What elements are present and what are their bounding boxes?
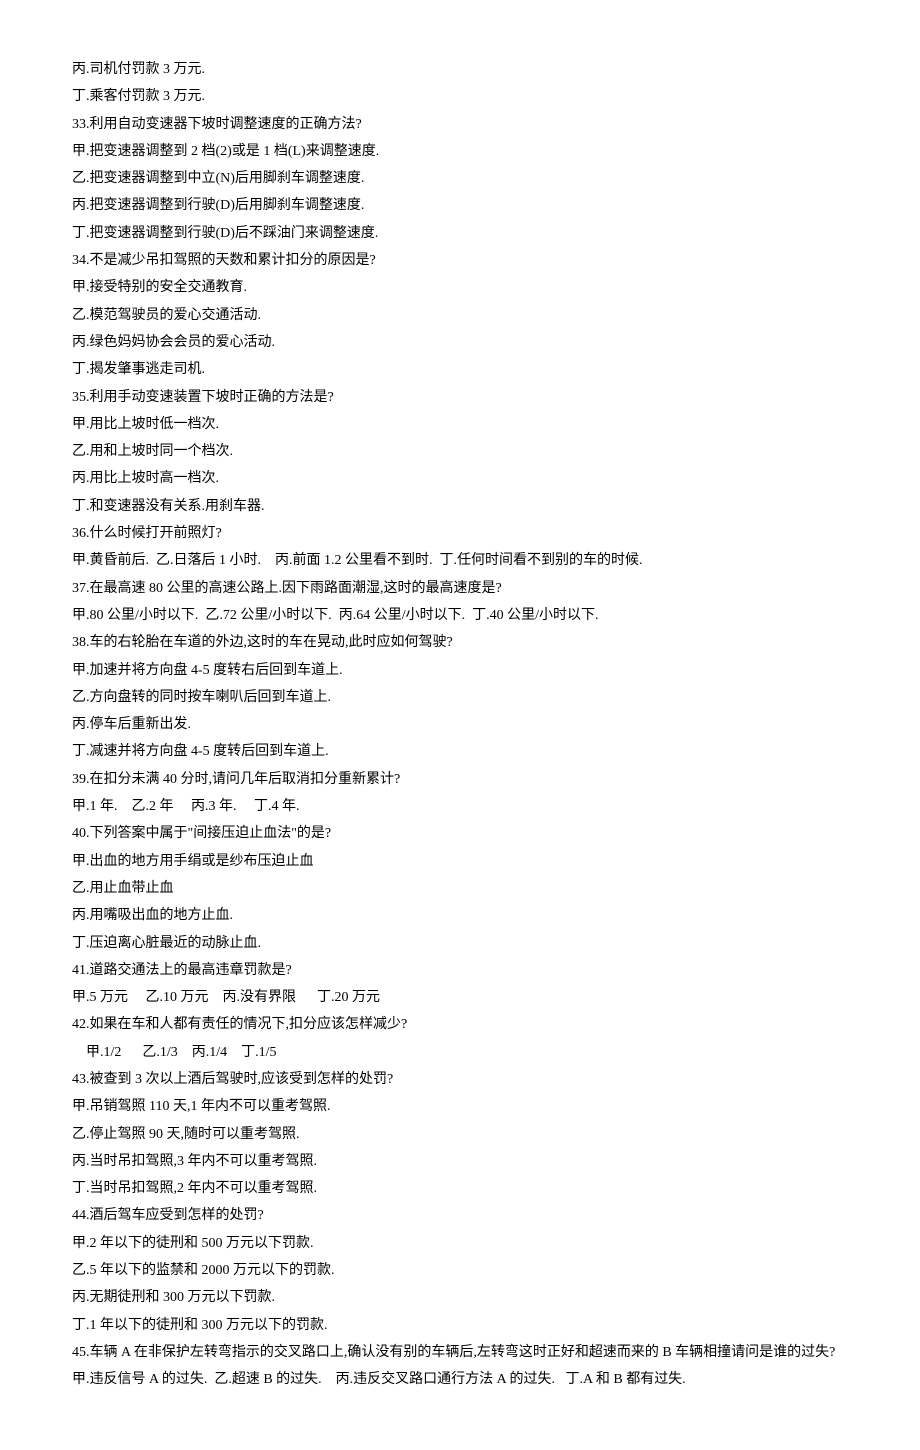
text-line: 丙.绿色妈妈协会会员的爱心活动.: [72, 329, 848, 356]
text-line: 丁.乘客付罚款 3 万元.: [72, 83, 848, 110]
text-line: 甲.80 公里/小时以下. 乙.72 公里/小时以下. 丙.64 公里/小时以下…: [72, 602, 848, 629]
text-line: 乙.把变速器调整到中立(N)后用脚刹车调整速度.: [72, 165, 848, 192]
text-line: 乙.用止血带止血: [72, 875, 848, 902]
text-line: 甲.1 年. 乙.2 年 丙.3 年. 丁.4 年.: [72, 793, 848, 820]
text-line: 乙.方向盘转的同时按车喇叭后回到车道上.: [72, 684, 848, 711]
text-line: 丙.无期徒刑和 300 万元以下罚款.: [72, 1284, 848, 1311]
text-line: 丙.当时吊扣驾照,3 年内不可以重考驾照.: [72, 1148, 848, 1175]
text-line: 甲.接受特别的安全交通教育.: [72, 274, 848, 301]
text-line: 42.如果在车和人都有责任的情况下,扣分应该怎样减少?: [72, 1011, 848, 1038]
text-line: 41.道路交通法上的最高违章罚款是?: [72, 957, 848, 984]
document-page: 丙.司机付罚款 3 万元.丁.乘客付罚款 3 万元.33.利用自动变速器下坡时调…: [0, 0, 920, 1450]
text-line: 34.不是减少吊扣驾照的天数和累计扣分的原因是?: [72, 247, 848, 274]
text-line: 40.下列答案中属于"间接压迫止血法"的是?: [72, 820, 848, 847]
text-line: 甲.1/2 乙.1/3 丙.1/4 丁.1/5: [72, 1039, 848, 1066]
text-line: 甲.加速并将方向盘 4-5 度转右后回到车道上.: [72, 657, 848, 684]
text-line: 38.车的右轮胎在车道的外边,这时的车在晃动,此时应如何驾驶?: [72, 629, 848, 656]
text-line: 丙.用比上坡时高一档次.: [72, 465, 848, 492]
text-line: 丙.把变速器调整到行驶(D)后用脚刹车调整速度.: [72, 192, 848, 219]
text-line: 甲.5 万元 乙.10 万元 丙.没有界限 丁.20 万元: [72, 984, 848, 1011]
text-line: 乙.用和上坡时同一个档次.: [72, 438, 848, 465]
text-line: 43.被查到 3 次以上酒后驾驶时,应该受到怎样的处罚?: [72, 1066, 848, 1093]
text-line: 甲.2 年以下的徒刑和 500 万元以下罚款.: [72, 1230, 848, 1257]
text-line: 丁.当时吊扣驾照,2 年内不可以重考驾照.: [72, 1175, 848, 1202]
document-content: 丙.司机付罚款 3 万元.丁.乘客付罚款 3 万元.33.利用自动变速器下坡时调…: [72, 56, 848, 1394]
text-line: 乙.停止驾照 90 天,随时可以重考驾照.: [72, 1121, 848, 1148]
text-line: 甲.吊销驾照 110 天,1 年内不可以重考驾照.: [72, 1093, 848, 1120]
text-line: 39.在扣分未满 40 分时,请问几年后取消扣分重新累计?: [72, 766, 848, 793]
text-line: 甲.出血的地方用手绢或是纱布压迫止血: [72, 848, 848, 875]
text-line: 丙.用嘴吸出血的地方止血.: [72, 902, 848, 929]
text-line: 乙.模范驾驶员的爱心交通活动.: [72, 302, 848, 329]
text-line: 丁.和变速器没有关系.用刹车器.: [72, 493, 848, 520]
text-line: 乙.5 年以下的监禁和 2000 万元以下的罚款.: [72, 1257, 848, 1284]
text-line: 37.在最高速 80 公里的高速公路上.因下雨路面潮湿,这时的最高速度是?: [72, 575, 848, 602]
text-line: 甲.把变速器调整到 2 档(2)或是 1 档(L)来调整速度.: [72, 138, 848, 165]
text-line: 35.利用手动变速装置下坡时正确的方法是?: [72, 384, 848, 411]
text-line: 44.酒后驾车应受到怎样的处罚?: [72, 1202, 848, 1229]
text-line: 36.什么时候打开前照灯?: [72, 520, 848, 547]
text-line: 甲.用比上坡时低一档次.: [72, 411, 848, 438]
text-line: 45.车辆 A 在非保护左转弯指示的交叉路口上,确认没有别的车辆后,左转弯这时正…: [72, 1339, 848, 1366]
text-line: 甲.违反信号 A 的过失. 乙.超速 B 的过失. 丙.违反交叉路口通行方法 A…: [72, 1366, 848, 1393]
text-line: 甲.黄昏前后. 乙.日落后 1 小时. 丙.前面 1.2 公里看不到时. 丁.任…: [72, 547, 848, 574]
text-line: 33.利用自动变速器下坡时调整速度的正确方法?: [72, 111, 848, 138]
text-line: 丁.压迫离心脏最近的动脉止血.: [72, 930, 848, 957]
text-line: 丁.减速并将方向盘 4-5 度转后回到车道上.: [72, 738, 848, 765]
text-line: 丁.1 年以下的徒刑和 300 万元以下的罚款.: [72, 1312, 848, 1339]
text-line: 丁.把变速器调整到行驶(D)后不踩油门来调整速度.: [72, 220, 848, 247]
text-line: 丙.停车后重新出发.: [72, 711, 848, 738]
text-line: 丙.司机付罚款 3 万元.: [72, 56, 848, 83]
text-line: 丁.揭发肇事逃走司机.: [72, 356, 848, 383]
